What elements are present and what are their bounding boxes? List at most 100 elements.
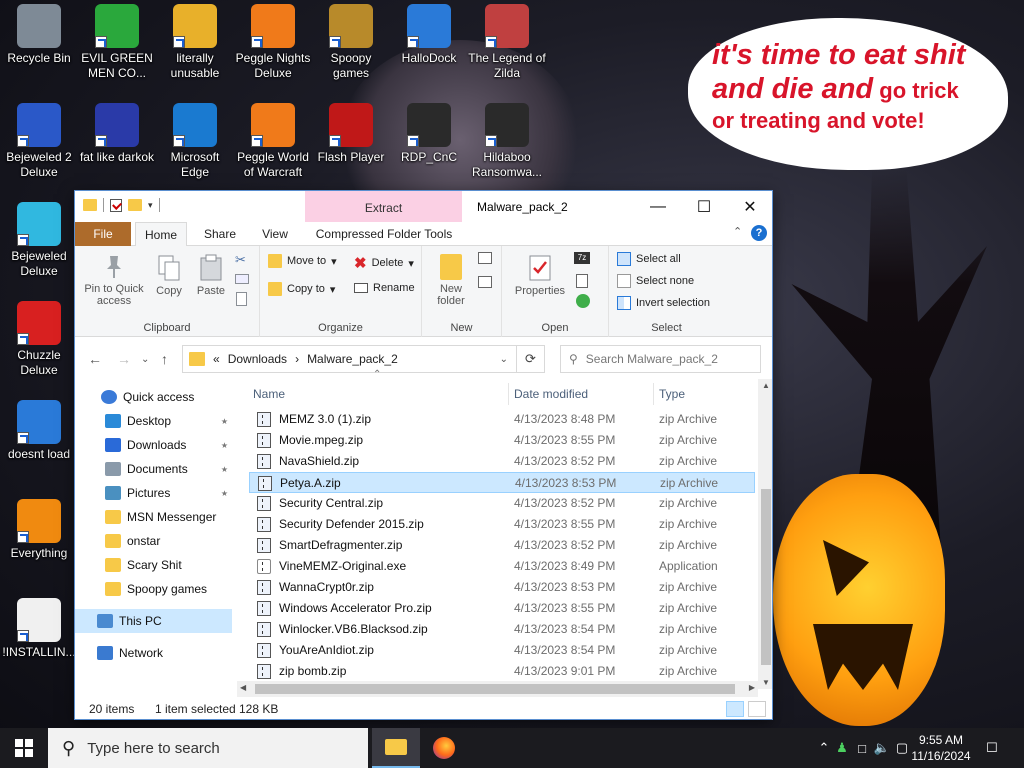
scroll-down-arrow-icon[interactable]: ▼ bbox=[762, 678, 770, 687]
select-all-button[interactable]: Select all bbox=[617, 252, 681, 266]
new-folder-button[interactable]: New folder bbox=[430, 254, 472, 307]
paste-button[interactable]: Paste bbox=[191, 254, 231, 297]
scroll-right-arrow-icon[interactable]: ▶ bbox=[749, 683, 755, 692]
customize-toolbar-arrow-icon[interactable]: ▾ bbox=[148, 200, 153, 211]
desktop-icon-item[interactable]: Hildaboo Ransomwa... bbox=[468, 103, 546, 180]
file-row[interactable]: NavaShield.zip 4/13/2023 8:52 PM zip Archi… bbox=[249, 451, 755, 472]
desktop-icon-item[interactable]: EVIL GREEN MEN CO... bbox=[78, 4, 156, 81]
taskbar-file-explorer[interactable] bbox=[372, 728, 420, 768]
desktop-icon-item[interactable]: RDP_CnC bbox=[390, 103, 468, 165]
close-icon[interactable]: ✕ bbox=[727, 191, 772, 222]
breadcrumb-overflow[interactable]: « bbox=[213, 352, 220, 366]
desktop-icon-item[interactable]: doesnt load bbox=[0, 400, 78, 462]
help-icon[interactable]: ? bbox=[751, 225, 767, 241]
file-row[interactable]: YouAreAnIdiot.zip 4/13/2023 8:54 PM zip Ar… bbox=[249, 640, 755, 661]
file-row[interactable]: WannaCrypt0r.zip 4/13/2023 8:53 PM zip Arc… bbox=[249, 577, 755, 598]
up-arrow-icon[interactable]: ↑ bbox=[161, 351, 168, 367]
tab-file[interactable]: File bbox=[75, 222, 131, 246]
breadcrumb-downloads[interactable]: Downloads bbox=[228, 352, 287, 366]
tab-compressed-folder-tools[interactable]: Compressed Folder Tools bbox=[309, 222, 459, 246]
desktop-icon-item[interactable]: Peggle World of Warcraft bbox=[234, 103, 312, 180]
maximize-icon[interactable]: ☐ bbox=[681, 191, 727, 222]
search-box[interactable]: ⚲ Search Malware_pack_2 bbox=[560, 345, 761, 373]
nav-item[interactable]: Quick access bbox=[75, 385, 232, 409]
nav-item[interactable]: Spoopy games bbox=[75, 577, 232, 601]
desktop-icon-item[interactable]: The Legend of Zilda bbox=[468, 4, 546, 81]
breadcrumb-malware-pack[interactable]: Malware_pack_2 bbox=[307, 352, 398, 366]
easy-access-icon[interactable] bbox=[478, 276, 492, 288]
copy-button[interactable]: Copy bbox=[149, 254, 189, 297]
horizontal-scroll-thumb[interactable] bbox=[255, 684, 735, 694]
delete-button[interactable]: ✖ Delete ▾ bbox=[354, 254, 414, 272]
pin-to-quick-access-button[interactable]: Pin to Quick access bbox=[81, 254, 147, 307]
tab-extract[interactable]: Extract bbox=[305, 191, 462, 222]
file-row[interactable]: VineMEMZ-Original.exe 4/13/2023 8:49 PM Ap… bbox=[249, 556, 755, 577]
desktop-icon-item[interactable]: fat like darkok bbox=[78, 103, 156, 165]
vertical-scrollbar[interactable]: ▲ ▼ bbox=[758, 379, 772, 689]
scroll-up-arrow-icon[interactable]: ▲ bbox=[762, 381, 770, 390]
nav-item[interactable]: This PC bbox=[75, 609, 232, 633]
taskbar-firefox[interactable] bbox=[420, 728, 468, 768]
copy-to-button[interactable]: Copy to ▾ bbox=[268, 282, 335, 296]
desktop-icon-item[interactable]: Peggle Nights Deluxe bbox=[234, 4, 312, 81]
people-icon[interactable]: ♟ bbox=[832, 740, 852, 756]
rename-button[interactable]: Rename bbox=[354, 282, 415, 294]
desktop-icon-item[interactable]: Recycle Bin bbox=[0, 4, 78, 66]
large-icons-view-icon[interactable] bbox=[748, 701, 766, 717]
new-item-icon[interactable] bbox=[478, 252, 492, 264]
taskbar-search-input[interactable]: Type here to search bbox=[87, 740, 220, 757]
tab-view[interactable]: View bbox=[253, 222, 297, 246]
back-arrow-icon[interactable]: ← bbox=[88, 351, 102, 367]
taskbar-search[interactable]: ⚲ Type here to search bbox=[48, 728, 368, 768]
breadcrumb-separator[interactable]: › bbox=[295, 352, 299, 366]
file-row[interactable]: Windows Accelerator Pro.zip 4/13/2023 8:5… bbox=[249, 598, 755, 619]
desktop-icon-item[interactable]: HalloDock bbox=[390, 4, 468, 66]
invert-selection-button[interactable]: Invert selection bbox=[617, 296, 710, 310]
desktop-icon-item[interactable]: Chuzzle Deluxe bbox=[0, 301, 78, 378]
start-button[interactable] bbox=[0, 728, 48, 768]
nav-item[interactable]: Desktop ★ bbox=[75, 409, 232, 433]
tab-share[interactable]: Share bbox=[197, 222, 243, 246]
history-icon[interactable] bbox=[576, 294, 590, 308]
copy-path-icon[interactable] bbox=[235, 274, 249, 284]
desktop-icon-item[interactable]: Bejeweled Deluxe bbox=[0, 202, 78, 279]
properties-check-icon[interactable] bbox=[110, 198, 122, 212]
move-to-button[interactable]: Move to ▾ bbox=[268, 254, 337, 268]
file-row[interactable]: MEMZ 3.0 (1).zip 4/13/2023 8:48 PM zip Arc… bbox=[249, 409, 755, 430]
minimize-icon[interactable]: — bbox=[635, 191, 681, 222]
clock[interactable]: 9:55 AM 11/16/2024 bbox=[898, 732, 984, 764]
address-box[interactable]: « Downloads › Malware_pack_2 ⌄ bbox=[182, 345, 517, 373]
desktop-icon-item[interactable]: Flash Player bbox=[312, 103, 390, 165]
desktop-icon-item[interactable]: Everything bbox=[0, 499, 78, 561]
new-folder-icon[interactable] bbox=[128, 199, 142, 211]
file-row[interactable]: Security Defender 2015.zip 4/13/2023 8:55… bbox=[249, 514, 755, 535]
file-row[interactable]: Petya.A.zip 4/13/2023 8:53 PM zip Archive bbox=[249, 472, 755, 493]
tab-home[interactable]: Home bbox=[135, 222, 187, 247]
show-hidden-icons-chevron-icon[interactable]: ⌃ bbox=[816, 740, 832, 756]
vertical-scroll-thumb[interactable] bbox=[761, 489, 771, 665]
file-row[interactable]: zip bomb.zip 4/13/2023 9:01 PM zip Archive bbox=[249, 661, 755, 682]
column-header-date-modified[interactable]: Date modified bbox=[514, 383, 654, 405]
file-row[interactable]: Movie.mpeg.zip 4/13/2023 8:55 PM zip Archi… bbox=[249, 430, 755, 451]
nav-item[interactable]: Pictures ★ bbox=[75, 481, 232, 505]
file-row[interactable]: SmartDefragmenter.zip 4/13/2023 8:52 PM zi… bbox=[249, 535, 755, 556]
scroll-left-arrow-icon[interactable]: ◀ bbox=[240, 683, 246, 692]
edit-icon[interactable] bbox=[576, 274, 588, 288]
desktop-icon-item[interactable]: !INSTALLIN... bbox=[0, 598, 78, 660]
desktop-icon-item[interactable]: Microsoft Edge bbox=[156, 103, 234, 180]
address-dropdown-icon[interactable]: ⌄ bbox=[500, 354, 508, 365]
column-header-name[interactable]: Name bbox=[253, 383, 508, 405]
desktop-icon-item[interactable]: literally unusable bbox=[156, 4, 234, 81]
recent-locations-chevron-icon[interactable]: ⌄ bbox=[141, 354, 149, 365]
file-row[interactable]: Security Central.zip 4/13/2023 8:52 PM zip… bbox=[249, 493, 755, 514]
desktop-icon-item[interactable]: Spoopy games bbox=[312, 4, 390, 81]
action-center-icon[interactable]: ☐ bbox=[982, 728, 1002, 768]
collapse-ribbon-chevron-icon[interactable]: ⌃ bbox=[733, 225, 742, 238]
volume-icon[interactable]: 🔈 bbox=[872, 740, 892, 756]
horizontal-scrollbar[interactable]: ◀ ▶ bbox=[237, 681, 758, 697]
nav-item[interactable]: Downloads ★ bbox=[75, 433, 232, 457]
search-input[interactable]: Search Malware_pack_2 bbox=[586, 352, 718, 366]
paste-shortcut-icon[interactable] bbox=[236, 292, 247, 306]
file-row[interactable]: Winlocker.VB6.Blacksod.zip 4/13/2023 8:54… bbox=[249, 619, 755, 640]
column-header-type[interactable]: Type bbox=[659, 383, 749, 405]
